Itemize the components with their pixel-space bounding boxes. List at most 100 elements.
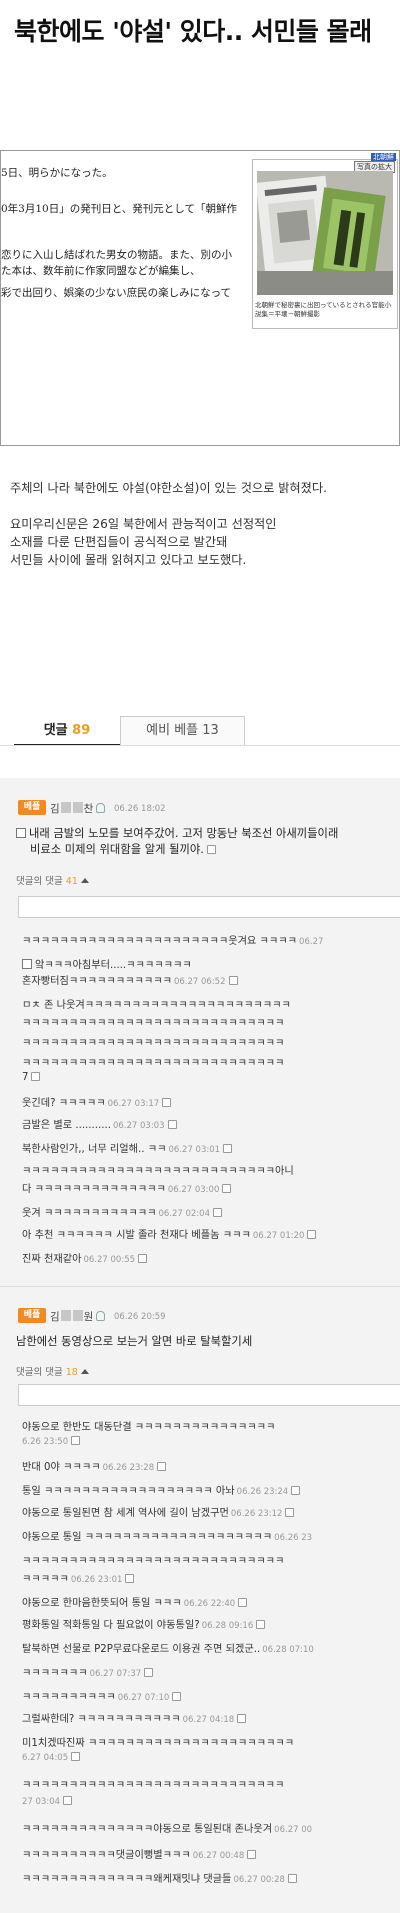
reply-date: 06.27 07:37 [89, 1669, 142, 1679]
report-icon[interactable] [291, 1486, 301, 1495]
reply-item: 평화통일 적화통일 다 필요없이 야동통일? 06.28 09:16 [22, 1616, 266, 1631]
report-icon[interactable] [222, 1184, 232, 1193]
reply-text: ㅁㅊ 존 나웃겨ㅋㅋㅋㅋㅋㅋㅋㅋㅋㅋㅋㅋㅋㅋㅋㅋㅋㅋㅋㅋㅋㅋ [22, 1000, 291, 1011]
photo-box: 北朝鮮 写真の拡大 北朝鮮で秘密裏に出回っているとされる官能小説集＝平壌－朝鮮撮… [252, 153, 398, 329]
comment-divider [0, 1286, 400, 1287]
tab-comments-count: 89 [72, 723, 91, 738]
reply-item: 금발은 별로 ........... 06.27 03:03 [22, 1116, 177, 1131]
reply-text: ㅋㅋㅋㅋㅋㅋㅋ [22, 1668, 88, 1679]
report-icon[interactable] [31, 1072, 41, 1081]
report-icon[interactable] [212, 1208, 222, 1217]
reply-item: 아 추천 ㅋㅋㅋㅋㅋㅋ 시발 졸라 천재다 베플놈 ㅋㅋㅋ 06.27 01:20 [22, 1226, 317, 1241]
reply-text: 야동으로 한반도 대동단결 ㅋㅋㅋㅋㅋㅋㅋㅋㅋㅋㅋㅋㅋㅋㅋ [22, 1422, 276, 1433]
comment-author[interactable]: 김찬 [50, 801, 106, 816]
reply-item: ㅋㅋㅋㅋㅋㅋㅋㅋㅋㅋㅋㅋㅋㅋㅋㅋㅋㅋㅋㅋㅋㅋㅋㅋㅋㅋㅋㅋ [22, 1552, 284, 1567]
reply-item: ㅋㅋㅋㅋㅋㅋㅋㅋㅋㅋㅋㅋㅋㅋ왜케재밋냐 댓글들 06.27 00:28 [22, 1870, 297, 1885]
reply-input[interactable] [18, 896, 400, 918]
books-illustration [257, 171, 393, 295]
reply-item: 북한사람인가,, 너무 리얼해.. ㅋㅋ 06.27 03:01 [22, 1140, 233, 1155]
reply-item: ㅋㅋㅋㅋㅋㅋㅋㅋㅋㅋㅋㅋㅋㅋㅋㅋㅋㅋㅋㅋㅋㅋ웃겨요 ㅋㅋㅋㅋ 06.27 [22, 932, 323, 947]
comment-tabs: 댓글 89 예비 베플 13 [0, 716, 400, 746]
tab-comments-label: 댓글 [43, 723, 68, 738]
reply-item: 웃겨 ㅋㅋㅋㅋㅋㅋㅋㅋㅋㅋㅋㅋ 06.27 02:04 [22, 1204, 222, 1219]
reply-text: ㅋㅋㅋㅋㅋㅋㅋㅋㅋㅋ댓글이뻥별ㅋㅋㅋ [22, 1850, 191, 1861]
reply-item: 6.26 23:50 [22, 1436, 81, 1447]
reply-date: 6.27 04:05 [22, 1753, 69, 1763]
report-icon[interactable] [138, 1254, 148, 1263]
masked-name [60, 802, 71, 813]
reply-text: 그럴싸한데? ㅋㅋㅋㅋㅋㅋㅋㅋㅋㅋㅋ [22, 1714, 181, 1725]
reply-text: ㅋㅋㅋㅋㅋㅋㅋㅋㅋㅋㅋㅋㅋㅋㅋㅋㅋㅋㅋㅋㅋㅋ웃겨요 ㅋㅋㅋㅋ [22, 936, 298, 947]
report-icon[interactable] [71, 1752, 81, 1761]
masked-name [72, 1310, 83, 1321]
report-icon[interactable] [285, 1508, 295, 1517]
reply-text: 북한사람인가,, 너무 리얼해.. ㅋㅋ [22, 1144, 167, 1155]
report-icon[interactable] [71, 1436, 81, 1445]
tab-comments[interactable]: 댓글 89 [14, 716, 120, 746]
reply-text: 금발은 별로 ........... [22, 1120, 111, 1131]
reply-text: ㅋㅋㅋㅋㅋㅋㅋㅋㅋㅋㅋㅋㅋㅋㅋㅋㅋㅋㅋㅋㅋㅋㅋㅋㅋㅋㅋㅋ [22, 1018, 285, 1029]
reply-text: 아 추천 ㅋㅋㅋㅋㅋㅋ 시발 졸라 천재다 베플놈 ㅋㅋㅋ [22, 1230, 251, 1241]
report-icon[interactable] [206, 845, 216, 854]
masked-name [60, 1310, 71, 1321]
reply-item: ㅋㅋㅋㅋㅋㅋㅋㅋㅋㅋㅋㅋㅋㅋㅋㅋㅋㅋㅋㅋㅋㅋㅋㅋㅋㅋㅋㅋ [22, 1776, 284, 1791]
report-icon[interactable] [256, 1620, 266, 1629]
article-paragraph: 서민들 사이에 몰래 읽혀지고 있다고 보도했다. [10, 553, 247, 567]
reply-text: 야동으로 통일된면 참 세계 역사에 길이 남겠구먼 [22, 1508, 229, 1519]
reply-item: 그럴싸한데? ㅋㅋㅋㅋㅋㅋㅋㅋㅋㅋㅋ 06.27 04:18 [22, 1710, 247, 1725]
report-icon[interactable] [144, 1668, 154, 1677]
report-icon[interactable] [287, 1874, 297, 1883]
best-badge: 베플 [18, 1308, 46, 1323]
reply-text: 웃긴데? ㅋㅋㅋㅋㅋ [22, 1098, 106, 1109]
report-icon[interactable] [228, 976, 238, 985]
report-icon[interactable] [237, 1714, 247, 1723]
best-badge: 베플 [18, 800, 46, 815]
report-icon[interactable] [63, 1796, 73, 1805]
reply-date: 06.27 03:17 [107, 1099, 160, 1109]
report-icon[interactable] [247, 1850, 257, 1859]
reply-text: 통일 ㅋㅋㅋㅋㅋㅋㅋㅋㅋㅋㅋㅋㅋㅋㅋㅋㅋㅋ 아놔 [22, 1486, 235, 1497]
reply-item: 통일 ㅋㅋㅋㅋㅋㅋㅋㅋㅋㅋㅋㅋㅋㅋㅋㅋㅋㅋ 아놔 06.26 23:24 [22, 1482, 301, 1497]
report-icon[interactable] [157, 1462, 167, 1471]
photo-caption: 北朝鮮で秘密裏に出回っているとされる官能小説集＝平壌－朝鮮撮影 [255, 301, 392, 318]
reply-text: 7 [22, 1072, 29, 1083]
author-name-end: 찬 [83, 803, 94, 815]
reply-item: ㅋㅋㅋㅋㅋㅋㅋㅋㅋㅋㅋㅋㅋㅋ야동으로 통일된대 존나웃겨 06.27 00 [22, 1820, 312, 1835]
report-icon[interactable] [167, 1120, 177, 1129]
reply-toggle[interactable]: 댓글의 댓글 18 [16, 1364, 89, 1378]
article-paragraph: 주체의 나라 북한에도 야설(야한소설)이 있는 것으로 밝혀졌다. [10, 481, 327, 495]
reply-text: 진짜 천재같아 [22, 1254, 82, 1265]
tab-preliminary-best[interactable]: 예비 베플 13 [120, 716, 245, 746]
reply-item: ㅋㅋㅋㅋㅋㅋㅋㅋㅋㅋㅋㅋㅋㅋㅋㅋㅋㅋㅋㅋㅋㅋㅋㅋㅋㅋㅋㅋ [22, 1014, 284, 1029]
comment-author[interactable]: 김원 [50, 1309, 106, 1324]
reply-item: 미1치겠따진짜 ㅋㅋㅋㅋㅋㅋㅋㅋㅋㅋㅋㅋㅋㅋㅋㅋㅋㅋㅋㅋㅋㅋ [22, 1734, 294, 1749]
report-icon[interactable] [172, 1692, 182, 1701]
reply-date: 06.26 23:24 [236, 1487, 289, 1497]
image-text-line: 0年3月10日」の発刊日と、発刊元として「朝鮮作 [1, 203, 237, 215]
reply-toggle[interactable]: 댓글의 댓글 41 [16, 873, 89, 887]
reply-text: 탈북하면 선물로 P2P무료다운로드 이용권 주면 되겠군.. [22, 1644, 261, 1655]
reply-input[interactable] [18, 1384, 400, 1406]
comment-text-line2: 비료소 미제의 위대함을 알게 될끼야. [30, 843, 204, 856]
image-text-line: 恋りに入山し結ばれた男女の物語。また、別の小 [1, 249, 232, 261]
article-paragraph: 요미우리신문은 26일 북한에서 관능적이고 선정적인 [10, 517, 277, 531]
reply-date: 06.27 00:48 [192, 1851, 245, 1861]
reply-date: 06.27 03:01 [168, 1145, 221, 1155]
reply-item: 다 ㅋㅋㅋㅋㅋㅋㅋㅋㅋㅋㅋㅋㅋㅋ 06.27 03:00 [22, 1180, 232, 1195]
reply-text: 혼자빵터짐ㅋㅋㅋㅋㅋㅋㅋㅋㅋㅋㅋ [22, 976, 172, 987]
report-icon[interactable] [162, 1098, 172, 1107]
comment-date: 06.26 18:02 [114, 804, 166, 814]
reply-count: 41 [65, 876, 78, 887]
book-photo[interactable] [257, 171, 393, 295]
reply-item: ㅋㅋㅋㅋㅋㅋㅋㅋㅋㅋㅋㅋㅋㅋㅋㅋㅋㅋㅋㅋㅋㅋㅋㅋㅋㅋㅋ아니 [22, 1162, 294, 1177]
reply-date: 06.27 03:00 [167, 1185, 220, 1195]
report-icon[interactable] [307, 1230, 317, 1239]
report-icon[interactable] [125, 1574, 135, 1583]
reply-text: ㅋㅋㅋㅋㅋㅋㅋㅋㅋㅋㅋㅋㅋㅋ야동으로 통일된대 존나웃겨 [22, 1824, 273, 1835]
reply-text: ㅋㅋㅋㅋㅋ [22, 1574, 69, 1585]
report-icon[interactable] [238, 1598, 248, 1607]
reply-date: 06.27 00:55 [83, 1255, 136, 1265]
reply-date: 06.26 22:40 [183, 1599, 236, 1609]
reply-text: ㅋㅋㅋㅋㅋㅋㅋㅋㅋㅋㅋㅋㅋㅋㅋㅋㅋㅋㅋㅋㅋㅋㅋㅋㅋㅋㅋ아니 [22, 1166, 294, 1177]
report-icon[interactable] [223, 1144, 233, 1153]
